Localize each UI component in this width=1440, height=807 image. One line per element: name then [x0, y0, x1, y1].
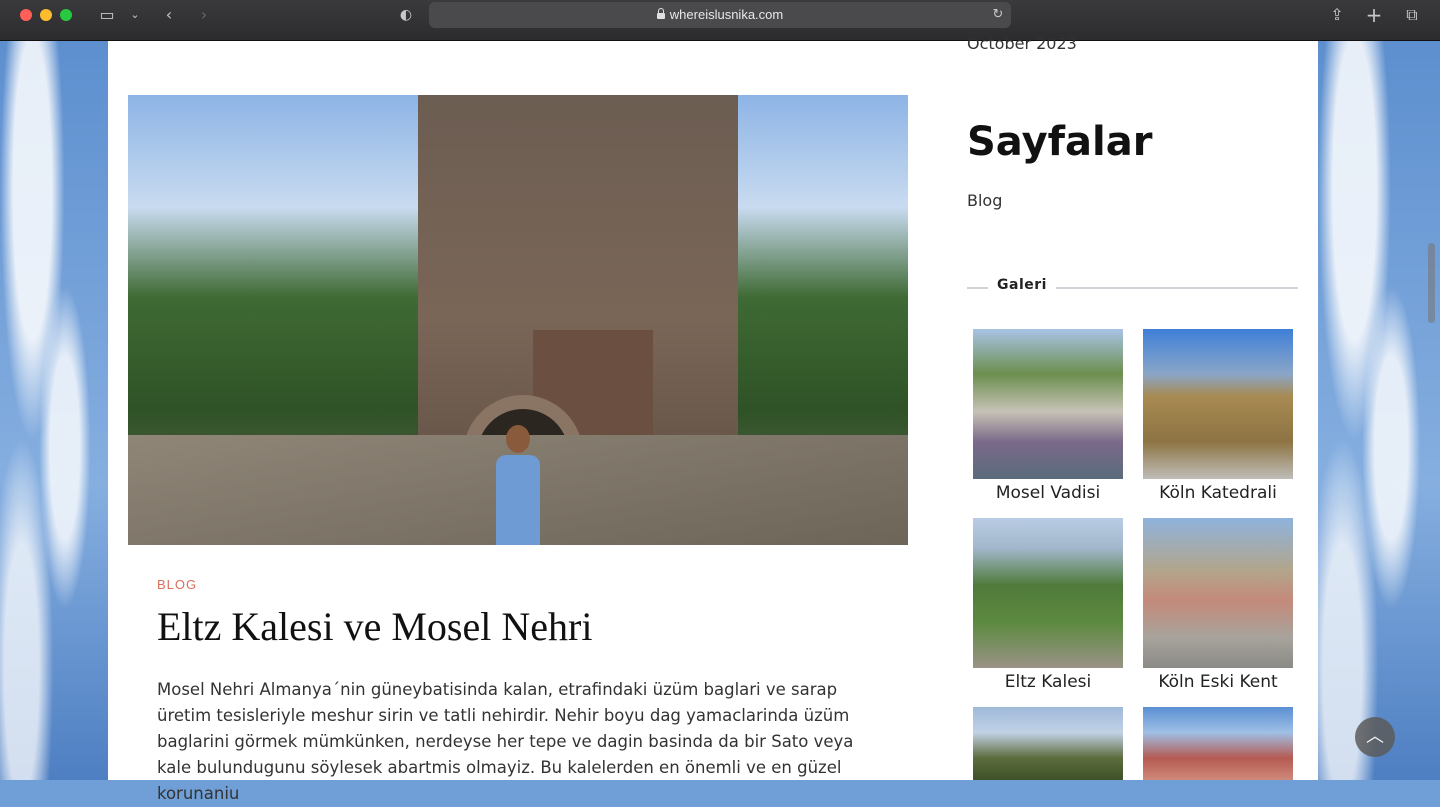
minimize-window-button[interactable]	[40, 9, 52, 21]
divider	[1056, 287, 1298, 289]
page-scrollbar[interactable]	[1428, 243, 1435, 323]
gallery-caption[interactable]: Köln Katedrali	[1143, 483, 1293, 503]
divider	[967, 287, 988, 289]
pages-item-blog[interactable]: Blog	[967, 191, 1002, 210]
sidebar-toggle-icon[interactable]: ▭	[96, 4, 118, 26]
gallery-thumb-eltz[interactable]	[973, 518, 1123, 668]
scroll-to-top-button[interactable]: ︿	[1355, 717, 1395, 757]
archive-link[interactable]: October 2023	[967, 34, 1077, 53]
post-excerpt: Mosel Nehri Almanya´nin güneybatisinda k…	[157, 680, 854, 803]
share-icon[interactable]: ⇪	[1327, 4, 1347, 26]
gallery-thumb-hill-castle[interactable]	[973, 707, 1123, 780]
page-content: BLOG Eltz Kalesi ve Mosel Nehri Mosel Ne…	[108, 34, 1318, 803]
address-bar[interactable]: whereislusnika.com ↻	[429, 2, 1011, 28]
gallery-heading: Galeri	[997, 277, 1047, 293]
person-figure	[490, 425, 546, 545]
background-sky-left	[0, 41, 108, 780]
reload-icon[interactable]: ↻	[989, 4, 1007, 26]
url-text: whereislusnika.com	[669, 7, 784, 22]
gallery-caption[interactable]: Eltz Kalesi	[973, 672, 1123, 692]
close-window-button[interactable]	[20, 9, 32, 21]
shield-icon[interactable]: ◐	[396, 4, 416, 26]
post-title[interactable]: Eltz Kalesi ve Mosel Nehri	[157, 603, 592, 650]
gallery-thumb-cathedral[interactable]	[1143, 329, 1293, 479]
gallery-thumb-old-town[interactable]	[1143, 518, 1293, 668]
post-category-link[interactable]: BLOG	[157, 577, 197, 592]
browser-toolbar: ▭ ⌄ ‹ › ◐ whereislusnika.com ↻ ⇪ + ⧉	[0, 0, 1440, 41]
zoom-window-button[interactable]	[60, 9, 72, 21]
background-sky-right	[1318, 41, 1440, 780]
gallery-caption[interactable]: Köln Eski Kent	[1143, 672, 1293, 692]
back-icon[interactable]: ‹	[160, 4, 178, 26]
tabs-overview-icon[interactable]: ⧉	[1401, 4, 1423, 26]
chevron-up-icon: ︿	[1366, 726, 1384, 747]
gallery-caption[interactable]: Mosel Vadisi	[973, 483, 1123, 503]
lock-icon	[656, 8, 665, 19]
gallery-thumb-mosel[interactable]	[973, 329, 1123, 479]
forward-icon[interactable]: ›	[195, 4, 213, 26]
featured-image[interactable]	[128, 95, 908, 545]
chevron-down-icon[interactable]: ⌄	[128, 4, 142, 26]
gallery-thumb-town[interactable]	[1143, 707, 1293, 780]
new-tab-icon[interactable]: +	[1364, 4, 1384, 26]
pages-heading: Sayfalar	[967, 119, 1153, 165]
